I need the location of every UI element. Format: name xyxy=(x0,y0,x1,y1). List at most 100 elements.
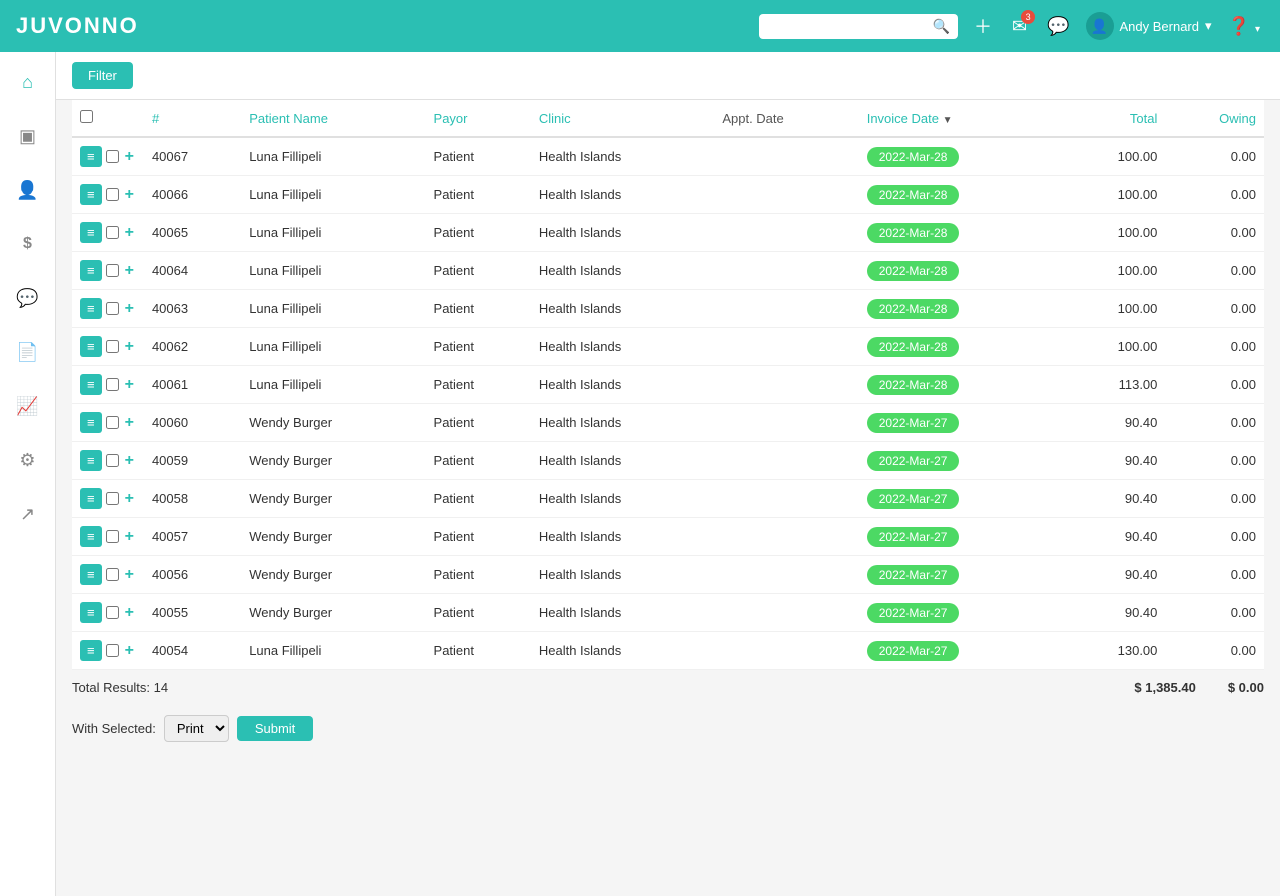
row-checkbox[interactable] xyxy=(106,264,119,277)
row-payor: Patient xyxy=(426,518,531,556)
row-checkbox[interactable] xyxy=(106,606,119,619)
row-invoice-date: 2022-Mar-28 xyxy=(859,252,1062,290)
row-total: 100.00 xyxy=(1061,252,1165,290)
row-menu-button[interactable]: ≡ xyxy=(80,564,102,585)
mail-button[interactable]: ✉ 3 xyxy=(1008,12,1031,41)
row-payor: Patient xyxy=(426,632,531,670)
row-checkbox[interactable] xyxy=(106,454,119,467)
sidebar-item-patients[interactable]: 👤 xyxy=(10,172,46,208)
chat-button[interactable]: 💬 xyxy=(1043,12,1073,41)
row-appt-date xyxy=(714,556,858,594)
invoice-date-badge: 2022-Mar-27 xyxy=(867,451,960,471)
row-add-button[interactable]: + xyxy=(123,376,136,394)
row-owing: 0.00 xyxy=(1165,442,1264,480)
row-total: 100.00 xyxy=(1061,290,1165,328)
help-button[interactable]: ❓ ▾ xyxy=(1224,12,1264,41)
row-add-button[interactable]: + xyxy=(123,338,136,356)
sidebar-item-billing[interactable]: $ xyxy=(10,226,46,262)
table-row: ≡ + 40056 Wendy Burger Patient Health Is… xyxy=(72,556,1264,594)
sort-arrow-icon: ▼ xyxy=(943,115,953,126)
row-menu-button[interactable]: ≡ xyxy=(80,602,102,623)
row-appt-date xyxy=(714,176,858,214)
row-add-button[interactable]: + xyxy=(123,490,136,508)
row-add-button[interactable]: + xyxy=(123,604,136,622)
sidebar-item-monitor[interactable]: ▣ xyxy=(10,118,46,154)
row-appt-date xyxy=(714,214,858,252)
row-add-button[interactable]: + xyxy=(123,186,136,204)
row-checkbox[interactable] xyxy=(106,150,119,163)
row-checkbox[interactable] xyxy=(106,492,119,505)
row-menu-button[interactable]: ≡ xyxy=(80,640,102,661)
row-menu-button[interactable]: ≡ xyxy=(80,450,102,471)
invoice-date-badge: 2022-Mar-28 xyxy=(867,375,960,395)
row-clinic: Health Islands xyxy=(531,328,714,366)
row-add-button[interactable]: + xyxy=(123,528,136,546)
sidebar-item-home[interactable]: ⌂ xyxy=(10,64,46,100)
with-selected-bar: With Selected: Print Submit xyxy=(56,705,1280,752)
header-clinic: Clinic xyxy=(531,100,714,137)
row-actions-cell: ≡ + xyxy=(72,518,144,556)
row-checkbox[interactable] xyxy=(106,568,119,581)
sidebar-item-export[interactable]: ↗ xyxy=(10,496,46,532)
row-add-button[interactable]: + xyxy=(123,642,136,660)
row-checkbox[interactable] xyxy=(106,530,119,543)
row-payor: Patient xyxy=(426,214,531,252)
invoice-date-badge: 2022-Mar-28 xyxy=(867,299,960,319)
row-clinic: Health Islands xyxy=(531,518,714,556)
row-total: 100.00 xyxy=(1061,137,1165,176)
row-actions-cell: ≡ + xyxy=(72,290,144,328)
row-payor: Patient xyxy=(426,328,531,366)
row-checkbox[interactable] xyxy=(106,416,119,429)
row-invoice-date: 2022-Mar-27 xyxy=(859,556,1062,594)
row-add-button[interactable]: + xyxy=(123,566,136,584)
search-icon[interactable]: 🔍 xyxy=(933,18,950,35)
row-actions-cell: ≡ + xyxy=(72,480,144,518)
header-owing: Owing xyxy=(1165,100,1264,137)
sidebar-item-settings[interactable]: ⚙ xyxy=(10,442,46,478)
row-checkbox[interactable] xyxy=(106,302,119,315)
row-appt-date xyxy=(714,137,858,176)
row-add-button[interactable]: + xyxy=(123,262,136,280)
sidebar: ⌂ ▣ 👤 $ 💬 📄 📈 ⚙ ↗ xyxy=(0,52,56,896)
row-patient-name: Luna Fillipeli xyxy=(241,214,425,252)
sidebar-item-chat[interactable]: 💬 xyxy=(10,280,46,316)
row-add-button[interactable]: + xyxy=(123,300,136,318)
user-menu-button[interactable]: 👤 Andy Bernard ▾ xyxy=(1086,12,1212,40)
row-add-button[interactable]: + xyxy=(123,414,136,432)
row-checkbox[interactable] xyxy=(106,378,119,391)
search-input[interactable] xyxy=(767,19,927,34)
with-selected-label: With Selected: xyxy=(72,721,156,736)
row-menu-button[interactable]: ≡ xyxy=(80,298,102,319)
row-menu-button[interactable]: ≡ xyxy=(80,412,102,433)
row-menu-button[interactable]: ≡ xyxy=(80,222,102,243)
table-row: ≡ + 40065 Luna Fillipeli Patient Health … xyxy=(72,214,1264,252)
select-all-checkbox[interactable] xyxy=(80,110,93,123)
row-checkbox[interactable] xyxy=(106,340,119,353)
sidebar-item-reports[interactable]: 📈 xyxy=(10,388,46,424)
print-select[interactable]: Print xyxy=(164,715,229,742)
row-menu-button[interactable]: ≡ xyxy=(80,184,102,205)
row-total: 100.00 xyxy=(1061,328,1165,366)
row-checkbox[interactable] xyxy=(106,644,119,657)
row-menu-button[interactable]: ≡ xyxy=(80,260,102,281)
row-add-button[interactable]: + xyxy=(123,452,136,470)
row-clinic: Health Islands xyxy=(531,594,714,632)
row-menu-button[interactable]: ≡ xyxy=(80,146,102,167)
row-checkbox[interactable] xyxy=(106,188,119,201)
row-menu-button[interactable]: ≡ xyxy=(80,526,102,547)
row-id: 40058 xyxy=(144,480,241,518)
sidebar-item-notes[interactable]: 📄 xyxy=(10,334,46,370)
row-menu-button[interactable]: ≡ xyxy=(80,488,102,509)
top-navigation: JUVONNO 🔍 ＋ ✉ 3 💬 👤 Andy Bernard ▾ ❓ ▾ xyxy=(0,0,1280,52)
row-menu-button[interactable]: ≡ xyxy=(80,336,102,357)
invoice-date-badge: 2022-Mar-28 xyxy=(867,185,960,205)
row-invoice-date: 2022-Mar-28 xyxy=(859,176,1062,214)
row-menu-button[interactable]: ≡ xyxy=(80,374,102,395)
row-add-button[interactable]: + xyxy=(123,148,136,166)
add-button[interactable]: ＋ xyxy=(970,9,996,43)
header-invoice-date[interactable]: Invoice Date ▼ xyxy=(859,100,1062,137)
submit-button[interactable]: Submit xyxy=(237,716,313,741)
row-checkbox[interactable] xyxy=(106,226,119,239)
filter-button[interactable]: Filter xyxy=(72,62,133,89)
row-add-button[interactable]: + xyxy=(123,224,136,242)
